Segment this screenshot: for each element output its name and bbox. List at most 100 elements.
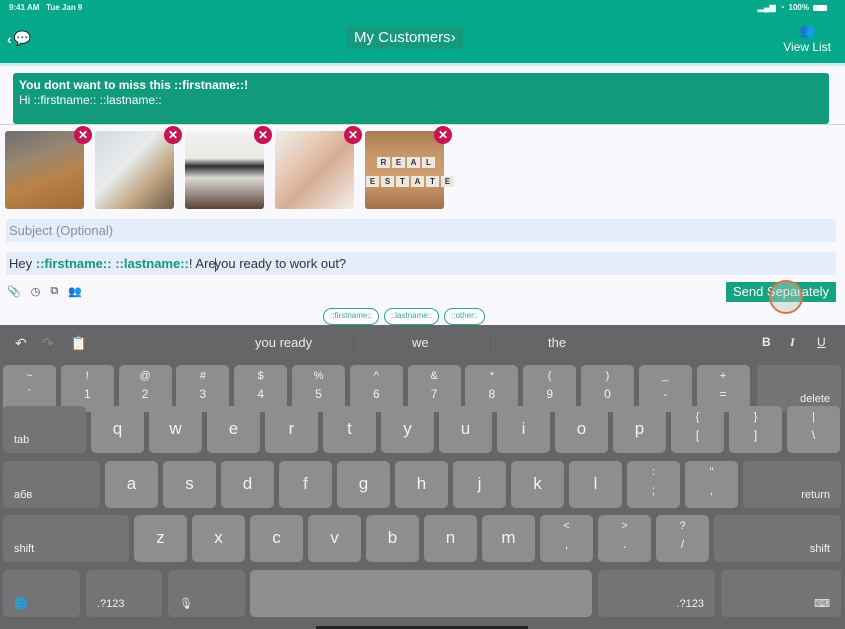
key-z[interactable]: z: [134, 515, 187, 562]
suggestion-1[interactable]: you ready: [255, 335, 312, 350]
key-x[interactable]: x: [192, 515, 245, 562]
key-5[interactable]: % 5: [292, 365, 345, 412]
key-g[interactable]: g: [337, 461, 390, 508]
key-7[interactable]: & 7: [407, 365, 461, 412]
group-icon[interactable]: 👥: [68, 285, 82, 298]
view-list-button[interactable]: 👥 View List: [783, 24, 831, 55]
key-t[interactable]: t: [323, 406, 376, 453]
key-k[interactable]: k: [511, 461, 564, 508]
remove-attachment-icon[interactable]: ✕: [434, 126, 452, 144]
key-f[interactable]: f: [279, 461, 332, 508]
key-sym[interactable]: :;: [627, 461, 680, 508]
key-8[interactable]: * 8: [465, 365, 519, 412]
remove-attachment-icon[interactable]: ✕: [344, 126, 362, 144]
message-body-input[interactable]: Hey ::firstname:: ::lastname::! Areyou r…: [6, 252, 836, 275]
subject-input[interactable]: Subject (Optional): [6, 219, 836, 242]
letter-tile: T: [396, 176, 409, 187]
paste-icon[interactable]: 📋: [70, 335, 87, 352]
key-l[interactable]: l: [569, 461, 622, 508]
lastname-token: ::lastname::: [115, 256, 189, 271]
italic-button[interactable]: I: [790, 335, 795, 350]
space-key[interactable]: [250, 570, 592, 617]
suggestion-2[interactable]: we: [412, 335, 429, 350]
key-h[interactable]: h: [395, 461, 448, 508]
shift-right-key[interactable]: shift: [714, 515, 841, 562]
key-i[interactable]: i: [497, 406, 550, 453]
key-2[interactable]: @2: [118, 365, 172, 412]
dictation-key[interactable]: 🎙: [168, 570, 245, 617]
key-w[interactable]: w: [149, 406, 202, 453]
delete-key[interactable]: delete: [757, 365, 841, 412]
remove-attachment-icon[interactable]: ✕: [164, 126, 182, 144]
chip-other[interactable]: ::other::: [444, 308, 486, 325]
copy-icon[interactable]: ⧉: [50, 285, 58, 298]
key-q[interactable]: q: [91, 406, 144, 453]
key-j[interactable]: j: [453, 461, 506, 508]
compose-toolbar: 📎 ◷ ⧉ 👥: [7, 285, 82, 298]
message-preview[interactable]: You dont want to miss this ::firstname::…: [13, 73, 829, 124]
letter-tile: S: [381, 176, 394, 187]
chip-lastname[interactable]: ::lastname::: [383, 308, 440, 325]
key-a[interactable]: a: [105, 461, 158, 508]
key-e[interactable]: e: [207, 406, 260, 453]
globe-key[interactable]: 🌐: [3, 570, 80, 617]
key-r[interactable]: r: [265, 406, 318, 453]
key-sym[interactable]: >.: [598, 515, 651, 562]
return-key[interactable]: return: [743, 461, 841, 508]
key-c[interactable]: c: [250, 515, 303, 562]
key-4[interactable]: $4: [234, 365, 288, 412]
attachment-thumbnail[interactable]: ✕: [5, 126, 92, 209]
key-0[interactable]: ) 0: [581, 365, 634, 412]
key-sym[interactable]: {[: [671, 406, 724, 453]
key-d[interactable]: d: [221, 461, 274, 508]
key-=[interactable]: + =: [696, 365, 750, 412]
key--[interactable]: _ -: [638, 365, 692, 412]
letter-tile: E: [366, 176, 379, 187]
key-o[interactable]: o: [555, 406, 608, 453]
undo-icon[interactable]: ↶: [15, 335, 27, 352]
underline-button[interactable]: U: [817, 335, 826, 349]
key-3[interactable]: #3: [176, 365, 230, 412]
hide-keyboard-key[interactable]: ⌨: [721, 570, 841, 617]
key-n[interactable]: n: [424, 515, 477, 562]
numbers-key-right[interactable]: .?123: [598, 570, 715, 617]
bold-button[interactable]: B: [762, 335, 771, 349]
key-sym[interactable]: ? /: [656, 515, 709, 562]
suggestion-3[interactable]: the: [548, 335, 566, 350]
key-b[interactable]: b: [366, 515, 419, 562]
attachment-thumbnail[interactable]: ✕: [95, 126, 182, 209]
remove-attachment-icon[interactable]: ✕: [74, 126, 92, 144]
tab-key[interactable]: tab: [3, 406, 86, 453]
numbers-key-left[interactable]: .?123: [86, 570, 162, 617]
key-y[interactable]: y: [381, 406, 434, 453]
key-1[interactable]: ! 1: [60, 365, 114, 412]
language-key[interactable]: абв: [3, 461, 100, 508]
key-sym[interactable]: <,: [540, 515, 593, 562]
letter-tile: A: [411, 176, 424, 187]
key-u[interactable]: u: [439, 406, 492, 453]
key-sym[interactable]: }]: [729, 406, 782, 453]
view-list-label: View List: [783, 40, 831, 54]
key-9[interactable]: (9: [523, 365, 577, 412]
key-sym[interactable]: | \: [787, 406, 840, 453]
attachment-thumbnail[interactable]: ✕: [275, 126, 362, 209]
customers-title-button[interactable]: My Customers›: [347, 27, 463, 49]
clock-icon[interactable]: ◷: [31, 285, 41, 298]
key-sym[interactable]: ",: [685, 461, 738, 508]
back-button[interactable]: ‹ 💬: [7, 30, 31, 47]
chip-firstname[interactable]: ::firstname::: [323, 308, 379, 325]
microphone-icon: 🎙: [179, 598, 193, 610]
key-6[interactable]: ^ 6: [349, 365, 403, 412]
paperclip-icon[interactable]: 📎: [7, 285, 21, 298]
key-s[interactable]: s: [163, 461, 216, 508]
redo-icon[interactable]: ↷: [42, 335, 54, 352]
key-v[interactable]: v: [308, 515, 361, 562]
key-m[interactable]: m: [482, 515, 535, 562]
key-p[interactable]: p: [613, 406, 666, 453]
key-`[interactable]: ~ `: [3, 365, 56, 412]
attachment-thumbnail[interactable]: REAL ESTATE ✕: [365, 126, 454, 209]
attachment-thumbnail[interactable]: ✕: [185, 126, 272, 209]
remove-attachment-icon[interactable]: ✕: [254, 126, 272, 144]
shift-left-key[interactable]: shift: [3, 515, 129, 562]
keyboard: ↶ ↷ 📋 you ready we the B I U ~ `! 1 @2 #3 $4%…: [0, 325, 845, 629]
